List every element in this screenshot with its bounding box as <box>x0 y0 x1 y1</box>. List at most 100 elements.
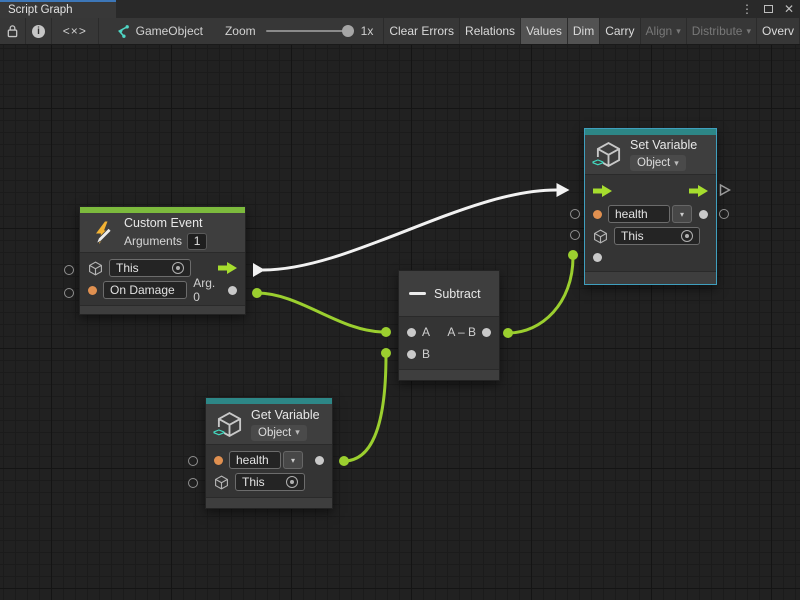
get-variable-outer-input-port-2[interactable] <box>188 478 198 488</box>
value-input-port[interactable] <box>593 253 602 262</box>
arg0-label: Arg. 0 <box>193 276 222 304</box>
toolbar: i <×> GameObject Zoom 1x Clear Errors Re… <box>0 18 800 45</box>
subtract-header: Subtract <box>399 271 499 317</box>
set-variable-flow-out-outer-triangle[interactable] <box>719 183 731 197</box>
get-variable-header: <> Get Variable Object ▾ <box>206 404 332 445</box>
event-row: On Damage Arg. 0 <box>80 279 245 301</box>
graph-canvas[interactable]: Custom Event Arguments 1 This <box>0 45 800 600</box>
arguments-input[interactable]: 1 <box>187 233 207 250</box>
cube-icon <box>88 261 103 276</box>
wire-arg0-subtract-a[interactable] <box>257 293 384 332</box>
get-variable-out-wire-endpoint[interactable] <box>339 456 349 466</box>
dim-toggle[interactable]: Dim <box>568 18 600 44</box>
relations-button[interactable]: Relations <box>460 18 521 44</box>
code-icon: <×> <box>63 24 87 38</box>
tab-script-graph[interactable]: Script Graph <box>0 0 116 18</box>
node-footer <box>206 497 332 508</box>
titlebar: Script Graph ⋮ ✕ <box>0 0 800 18</box>
zoom-control: Zoom 1x <box>225 18 373 44</box>
input-b-label: B <box>422 347 430 361</box>
overview-button[interactable]: Overv <box>757 18 800 44</box>
flow-output-arrow[interactable] <box>689 185 708 197</box>
subtract-row-a: A A – B <box>399 321 499 343</box>
event-input-port[interactable] <box>88 286 97 295</box>
chevron-down-icon: ▾ <box>295 427 300 438</box>
subtract-a-wire-endpoint[interactable] <box>381 327 391 337</box>
arg0-output-port[interactable] <box>228 286 237 295</box>
set-variable-outer-input-port-2[interactable] <box>570 230 580 240</box>
event-bolt-pencil-icon <box>90 220 116 246</box>
custom-event-outer-input-port-2[interactable] <box>64 288 74 298</box>
input-b-port[interactable] <box>407 350 416 359</box>
lock-button[interactable] <box>0 18 26 44</box>
variable-name-combo[interactable]: health ▾ <box>229 451 303 469</box>
close-icon[interactable]: ✕ <box>784 2 794 16</box>
node-footer <box>80 305 245 314</box>
maximize-icon[interactable] <box>764 5 773 13</box>
custom-event-flow-out-triangle[interactable] <box>253 263 265 277</box>
distribute-dropdown[interactable]: Distribute ▾ <box>687 18 757 44</box>
name-input-port[interactable] <box>214 456 223 465</box>
set-variable-outer-input-port-1[interactable] <box>570 209 580 219</box>
target-row: This <box>585 225 716 247</box>
wire-flow-customevent-setvariable[interactable] <box>263 190 556 270</box>
object-picker-icon[interactable] <box>172 262 184 274</box>
code-view-button[interactable]: <×> <box>52 18 99 44</box>
node-custom-event[interactable]: Custom Event Arguments 1 This <box>79 206 246 315</box>
node-title: Subtract <box>434 287 481 301</box>
subtract-out-wire-endpoint[interactable] <box>503 328 513 338</box>
wire-subtract-setvariable-value[interactable] <box>508 257 573 333</box>
arg0-wire-endpoint[interactable] <box>252 288 262 298</box>
values-toggle[interactable]: Values <box>521 18 568 44</box>
node-subtract[interactable]: Subtract A A – B B <box>398 270 500 381</box>
gameobject-label: GameObject <box>136 24 203 38</box>
scope-dropdown[interactable]: Object ▾ <box>251 425 307 441</box>
custom-event-header: Custom Event Arguments 1 <box>80 213 245 253</box>
object-picker-icon[interactable] <box>286 476 298 488</box>
output-port[interactable] <box>482 328 491 337</box>
set-variable-flow-in-arrowhead[interactable] <box>557 183 570 197</box>
set-variable-value-wire-endpoint[interactable] <box>568 250 578 260</box>
target-field[interactable]: This <box>109 259 191 277</box>
node-get-variable[interactable]: <> Get Variable Object ▾ health ▾ <box>205 397 333 509</box>
cube-icon <box>593 229 608 244</box>
graph-reference[interactable]: GameObject <box>115 18 203 44</box>
lock-icon <box>6 24 19 38</box>
carry-toggle[interactable]: Carry <box>600 18 640 44</box>
tab-title: Script Graph <box>8 4 73 16</box>
variable-name-combo[interactable]: health ▾ <box>608 205 692 223</box>
flow-input-arrow[interactable] <box>593 185 612 197</box>
target-field[interactable]: This <box>614 227 700 245</box>
zoom-slider[interactable] <box>266 30 352 32</box>
zoom-slider-handle[interactable] <box>342 25 354 37</box>
name-input-port[interactable] <box>593 210 602 219</box>
window-controls: ⋮ ✕ <box>741 0 794 18</box>
node-title: Set Variable <box>630 138 697 152</box>
object-picker-icon[interactable] <box>681 230 693 242</box>
arguments-label: Arguments <box>124 234 182 248</box>
window-menu-icon[interactable]: ⋮ <box>741 2 753 16</box>
code-mark-icon: <> <box>213 427 224 440</box>
flow-row <box>585 179 716 203</box>
align-dropdown[interactable]: Align ▾ <box>641 18 687 44</box>
value-output-port[interactable] <box>315 456 324 465</box>
scope-dropdown[interactable]: Object ▾ <box>630 155 686 171</box>
cube-icon <box>214 475 229 490</box>
custom-event-outer-input-port-1[interactable] <box>64 265 74 275</box>
node-set-variable[interactable]: <> Set Variable Object ▾ <box>584 128 717 285</box>
node-title: Custom Event <box>124 216 207 230</box>
chevron-down-icon[interactable]: ▾ <box>672 205 692 223</box>
input-a-port[interactable] <box>407 328 416 337</box>
input-a-label: A <box>422 325 430 339</box>
set-variable-outer-output-port[interactable] <box>719 209 729 219</box>
get-variable-outer-input-port-1[interactable] <box>188 456 198 466</box>
target-field[interactable]: This <box>235 473 305 491</box>
value-output-port[interactable] <box>699 210 708 219</box>
subtract-b-wire-endpoint[interactable] <box>381 348 391 358</box>
clear-errors-button[interactable]: Clear Errors <box>384 18 460 44</box>
flow-output-arrow[interactable] <box>218 262 237 274</box>
wire-getvariable-subtract-b[interactable] <box>344 355 386 461</box>
chevron-down-icon[interactable]: ▾ <box>283 451 303 469</box>
event-name-field[interactable]: On Damage <box>103 281 187 299</box>
inspect-button[interactable]: i <box>26 18 52 44</box>
